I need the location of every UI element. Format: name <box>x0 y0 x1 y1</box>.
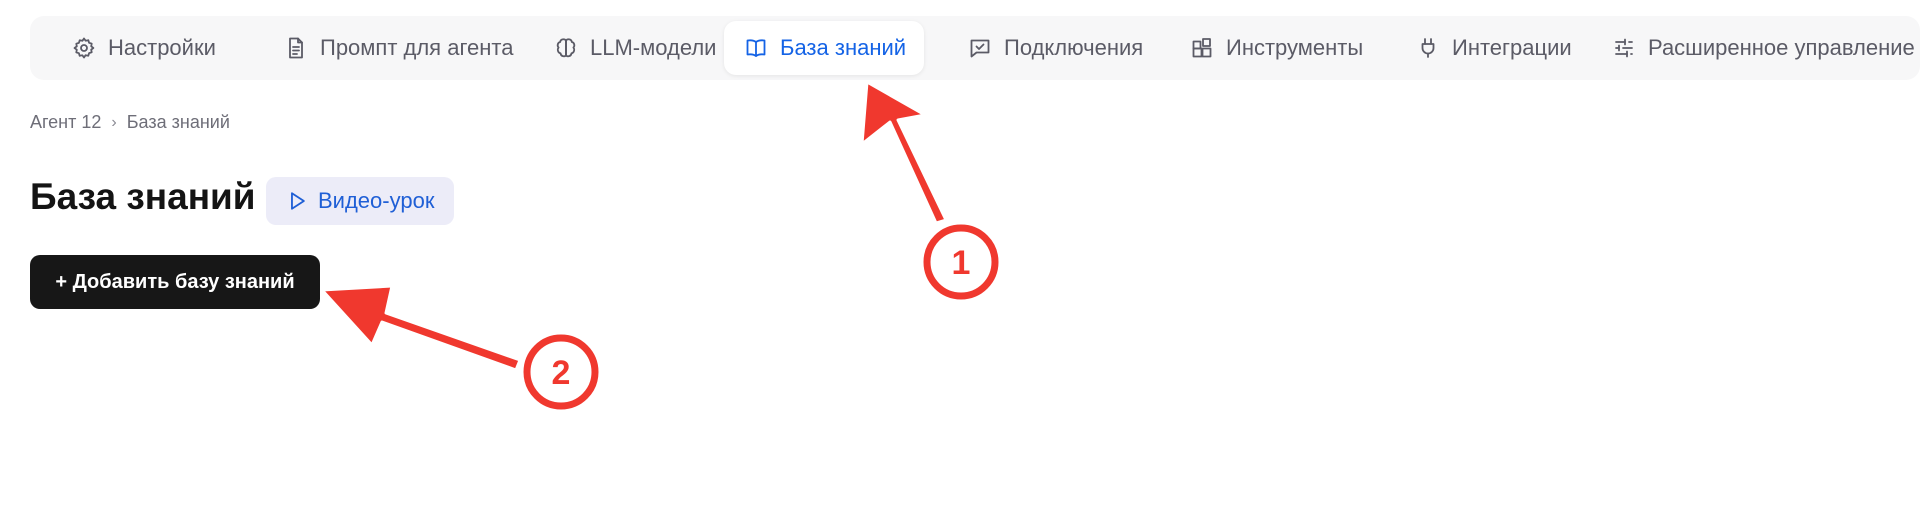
plug-icon <box>1416 36 1440 60</box>
breadcrumb-separator: › <box>111 113 117 131</box>
play-icon <box>291 192 305 210</box>
tab-label: Настройки <box>108 35 216 60</box>
tab-label: LLM-модели <box>590 35 717 60</box>
video-tutorial-button[interactable]: Видео-урок <box>266 177 455 225</box>
page-title: База знаний <box>30 176 256 217</box>
tab-label: Промпт для агента <box>320 35 514 60</box>
tab-agent-prompt[interactable]: Промпт для агента <box>264 21 533 75</box>
tab-label: Расширенное управление <box>1648 35 1915 60</box>
top-tab-bar: Настройки Промпт для агента LLM-модели Б… <box>30 16 1920 80</box>
annotation-badge-2 <box>523 334 599 410</box>
tab-connections[interactable]: Подключения <box>948 21 1163 75</box>
annotation-arrow-1 <box>860 80 948 225</box>
brain-icon <box>554 36 578 60</box>
chat-check-icon <box>968 36 992 60</box>
tab-advanced-settings[interactable]: Расширенное управление <box>1592 21 1925 75</box>
tab-llm-models[interactable]: LLM-модели <box>534 21 736 75</box>
document-icon <box>284 36 308 60</box>
video-tutorial-label: Видео-урок <box>318 188 435 213</box>
tab-knowledge-base[interactable]: База знаний <box>724 21 924 75</box>
breadcrumb: Агент 12 › База знаний <box>30 112 230 133</box>
sliders-icon <box>1612 36 1636 60</box>
tab-label: Подключения <box>1004 35 1144 60</box>
tab-label: Инструменты <box>1226 35 1364 60</box>
tab-label: База знаний <box>780 35 907 60</box>
tab-label: Интеграции <box>1452 35 1572 60</box>
add-knowledge-base-button[interactable]: + Добавить базу знаний <box>30 255 320 309</box>
gear-icon <box>72 36 96 60</box>
blocks-icon <box>1190 36 1214 60</box>
book-icon <box>744 36 768 60</box>
tab-integrations[interactable]: Интеграции <box>1396 21 1592 75</box>
annotation-arrow-2 <box>320 284 522 372</box>
annotation-badge-1-number: 1 <box>952 244 971 282</box>
annotation-badge-2-number: 2 <box>552 354 571 392</box>
breadcrumb-current: База знаний <box>126 112 230 132</box>
breadcrumb-parent-link[interactable]: Агент 12 <box>30 112 101 133</box>
tab-settings[interactable]: Настройки <box>52 21 236 75</box>
annotation-badge-1 <box>923 224 999 300</box>
tab-tools[interactable]: Инструменты <box>1170 21 1383 75</box>
